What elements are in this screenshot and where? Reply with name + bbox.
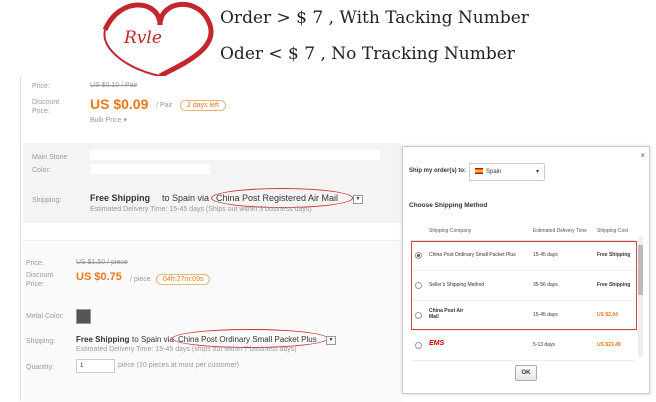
delivery-time-text: Estimated Delivery Time: 15-45 days (Shi… — [90, 206, 312, 213]
options-highlight-box — [411, 241, 637, 330]
color-label: Color: — [32, 167, 51, 174]
header-cost: Shipping Cost — [597, 228, 629, 234]
ok-button[interactable]: OK — [515, 365, 537, 381]
choose-method-title: Choose Shipping Method — [409, 202, 488, 209]
shipping-label: Shipping: — [32, 197, 62, 204]
discount-price: US $0.09 — [90, 96, 149, 112]
main-stone-label: Main Stone — [32, 154, 68, 161]
shipping-dropdown-icon[interactable]: ▼ — [353, 195, 363, 204]
price-label: Price: — [32, 83, 50, 90]
price-label-2: Price: — [26, 260, 44, 267]
shipping-to-text-2: to Spain via — [132, 335, 174, 344]
country-select[interactable]: Spain ▾ — [469, 163, 545, 181]
banner-line-2: Oder < $ 7 , No Tracking Number — [220, 44, 515, 64]
original-price: US $0.10 / Pair — [90, 82, 138, 89]
quantity-label: Quantity: — [26, 364, 55, 371]
delivery-time: 5-13 days — [533, 342, 555, 348]
blurred-options — [90, 150, 380, 160]
ship-to-label: Ship my order(s) to: — [409, 168, 467, 174]
radio-unselected[interactable] — [415, 342, 422, 349]
close-icon[interactable]: × — [640, 151, 645, 160]
price-unit: / Pair — [156, 102, 173, 109]
discount-price-label-2: Discount Price: — [26, 272, 54, 288]
scrollbar-thumb[interactable] — [638, 245, 643, 295]
countdown-badge: 04h:27m:09s — [156, 274, 211, 285]
blurred-color — [90, 164, 210, 174]
banner-line-1: Order > $ 7 , With Tacking Number — [220, 8, 529, 28]
scrollbar[interactable] — [638, 237, 643, 357]
chevron-down-icon: ▾ — [123, 117, 127, 124]
discount-price-2: US $0.75 — [76, 271, 122, 283]
quantity-input[interactable]: 1 — [76, 359, 115, 373]
method-highlight-oval — [211, 188, 353, 208]
shipping-method-dialog: × Ship my order(s) to: Spain ▾ Choose Sh… — [402, 146, 650, 394]
table-header: Shipping Company Estimated Delivery Time… — [411, 222, 635, 241]
header-company: Shipping Company — [429, 228, 472, 234]
shipping-cost: US $23.49 — [597, 342, 621, 348]
promo-banner: Rvle Order > $ 7 , With Tacking Number O… — [100, 0, 564, 76]
ems-logo: EMS — [429, 340, 445, 347]
shipping-option-row[interactable]: EMS 5-13 days US $23.49 — [411, 331, 635, 361]
banner-logo-text: Rvle — [124, 28, 162, 48]
bulk-price-link[interactable]: Bulk Price ▾ — [90, 116, 127, 124]
shipping-label-2: Shipping: — [26, 338, 56, 345]
free-shipping-text-2: Free Shipping — [76, 335, 130, 344]
country-value: Spain — [486, 169, 502, 175]
delivery-time-text-2: Estimated Delivery Time: 15-45 days (shi… — [76, 346, 297, 353]
original-price-2: US $1.50 / piece — [76, 259, 128, 266]
header-time: Estimated Delivery Time — [533, 228, 587, 234]
spain-flag-icon — [475, 168, 483, 175]
color-swatch[interactable] — [76, 309, 91, 324]
price-unit-2: / piece — [130, 276, 151, 283]
free-shipping-text: Free Shipping — [90, 193, 151, 203]
metal-color-label: Metal Color: — [26, 313, 64, 320]
shipping-to-text: to Spain via — [162, 193, 210, 203]
shipping-dropdown-icon-2[interactable]: ▼ — [326, 336, 336, 345]
discount-price-label: Discount Price: — [32, 99, 60, 115]
time-left-badge: 2 days left — [180, 100, 226, 111]
quantity-note: piece (10 pieces at most per customer) — [118, 362, 239, 369]
chevron-down-icon: ▾ — [535, 169, 539, 175]
